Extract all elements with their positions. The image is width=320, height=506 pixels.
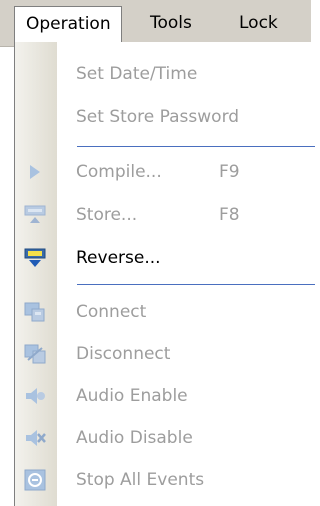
disconnect-icon (23, 343, 47, 365)
menu-item-label: Store... (76, 205, 138, 225)
menu-item-label: Compile... (76, 162, 162, 182)
menu-item-stop-all-events[interactable]: Stop All Events (15, 460, 315, 500)
play-arrow-icon (23, 161, 47, 183)
menu-operation-label: Operation (26, 14, 111, 34)
menu-item-disconnect[interactable]: Disconnect (15, 334, 315, 374)
menu-item-audio-enable[interactable]: Audio Enable (15, 376, 315, 416)
operation-dropdown: Set Date/Time Set Store Password Compile… (14, 42, 315, 506)
menu-item-label: Connect (76, 302, 147, 322)
menu-tools[interactable]: Tools (140, 10, 202, 36)
menu-item-connect[interactable]: Connect (15, 292, 315, 332)
menu-tools-label: Tools (150, 13, 192, 33)
menu-item-compile[interactable]: Compile... F9 (15, 152, 315, 192)
menu-item-reverse[interactable]: Reverse... (15, 238, 315, 278)
menu-item-label: Set Store Password (76, 107, 240, 127)
reverse-from-device-icon (23, 247, 47, 269)
menu-item-label: Reverse... (76, 248, 161, 268)
connect-icon (23, 301, 47, 323)
store-to-device-icon (23, 204, 47, 226)
menu-item-store[interactable]: Store... F8 (15, 195, 315, 235)
menu-item-set-datetime[interactable]: Set Date/Time (15, 54, 315, 94)
menu-item-label: Disconnect (76, 344, 171, 364)
menu-separator (77, 146, 315, 147)
shortcut-label: F9 (219, 162, 240, 182)
menu-item-label: Audio Disable (76, 428, 193, 448)
menu-operation[interactable]: Operation (14, 6, 122, 42)
menu-separator (77, 284, 315, 285)
menu-lock[interactable]: Lock (229, 10, 288, 36)
menu-item-audio-disable[interactable]: Audio Disable (15, 418, 315, 458)
menu-item-label: Audio Enable (76, 386, 188, 406)
shortcut-label: F8 (219, 205, 240, 225)
menu-item-label: Set Date/Time (76, 64, 198, 84)
menu-item-set-store-password[interactable]: Set Store Password (15, 97, 315, 137)
speaker-icon (23, 385, 47, 407)
menu-bar: Operation Tools Lock (0, 0, 311, 47)
speaker-muted-icon (23, 427, 47, 449)
stop-icon (23, 469, 47, 491)
menu-item-label: Stop All Events (76, 470, 205, 490)
menu-lock-label: Lock (239, 13, 278, 33)
